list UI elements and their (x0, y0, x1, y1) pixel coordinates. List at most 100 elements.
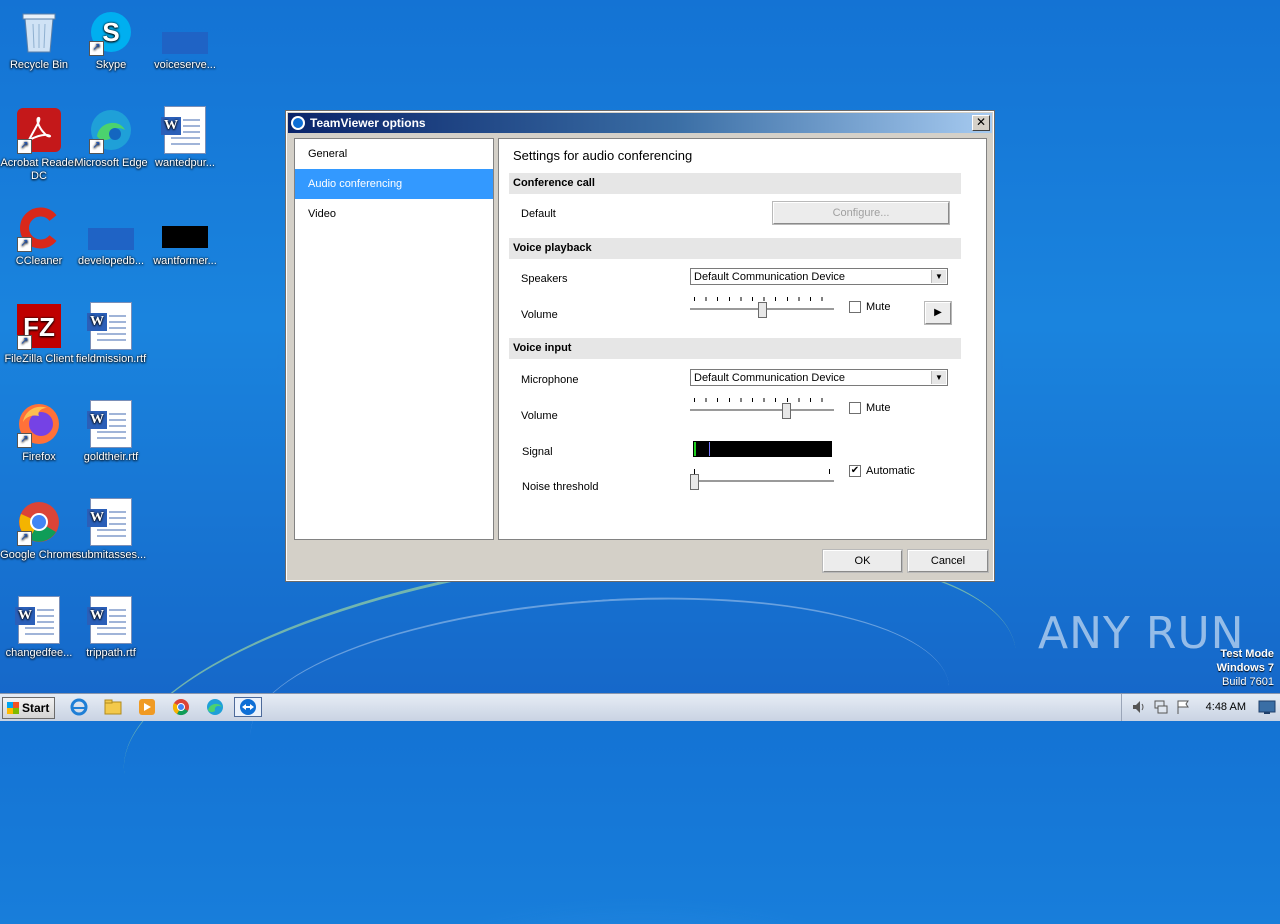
microphone-select[interactable]: Default Communication Device ▼ (690, 369, 948, 386)
desktop-icon-edge[interactable]: ↗ Microsoft Edge (72, 106, 150, 170)
file-blank-icon (87, 204, 135, 252)
chevron-down-icon[interactable]: ▼ (931, 270, 946, 283)
system-tray: 4:48 AM (1121, 694, 1280, 721)
desktop-icon-changedfee[interactable]: W changedfee... (0, 596, 78, 660)
desktop-icon-label: fieldmission.rtf (75, 353, 147, 365)
watermark-line-2: Windows 7 (1216, 662, 1274, 674)
shortcut-arrow-icon: ↗ (17, 531, 32, 546)
desktop-icon-label: FileZilla Client (4, 353, 74, 365)
shortcut-arrow-icon: ↗ (17, 335, 32, 350)
close-button[interactable]: ✕ (972, 115, 990, 131)
start-button[interactable]: Start (2, 697, 55, 719)
taskbar-explorer-icon[interactable] (102, 697, 124, 717)
slider-thumb[interactable] (758, 302, 767, 318)
title-bar[interactable]: TeamViewer options ✕ (288, 113, 992, 133)
speaker-icon[interactable] (1128, 697, 1150, 717)
slider-thumb[interactable] (782, 403, 791, 419)
taskbar-teamviewer-icon[interactable] (234, 697, 262, 717)
teamviewer-options-dialog: TeamViewer options ✕ General Audio confe… (285, 110, 995, 582)
desktop-icon-filezilla[interactable]: FZ ↗ FileZilla Client (0, 302, 78, 366)
chrome-icon: ↗ (15, 498, 63, 546)
desktop-icon-ccleaner[interactable]: ↗ CCleaner (0, 204, 78, 268)
playback-mute-label: Mute (866, 301, 891, 313)
desktop-icon-fieldmission[interactable]: W fieldmission.rtf (72, 302, 150, 366)
automatic-checkbox[interactable]: ✔ (849, 465, 861, 477)
section-voice-input: Voice input (509, 338, 961, 359)
play-icon: ▶ (934, 307, 942, 318)
chevron-down-icon[interactable]: ▼ (931, 371, 946, 384)
desktop-icon-chrome[interactable]: ↗ Google Chrome (0, 498, 78, 562)
signal-label: Signal (522, 446, 553, 458)
desktop-icon-trippath[interactable]: W trippath.rtf (72, 596, 150, 660)
speakers-value: Default Communication Device (694, 271, 846, 283)
slider-ticks (694, 297, 830, 301)
taskbar-media-player-icon[interactable] (136, 697, 158, 717)
show-desktop-button[interactable] (1256, 697, 1278, 717)
nav-item-audio-conferencing[interactable]: Audio conferencing (295, 169, 493, 199)
start-label: Start (22, 701, 50, 715)
input-mute-label: Mute (866, 402, 891, 414)
file-blank-icon (161, 8, 209, 56)
noise-threshold-label: Noise threshold (522, 481, 599, 493)
play-test-button[interactable]: ▶ (925, 302, 951, 324)
playback-mute-checkbox[interactable] (849, 301, 861, 313)
desktop-icon-label: changedfee... (5, 647, 73, 659)
desktop-icon-developedb[interactable]: developedb... (72, 204, 150, 268)
desktop-icon-label: Google Chrome (0, 549, 78, 561)
ok-button[interactable]: OK (823, 550, 902, 572)
recycle-bin-icon (15, 8, 63, 56)
settings-pane: Settings for audio conferencing Conferen… (498, 138, 987, 540)
desktop-icon-goldtheir[interactable]: W goldtheir.rtf (72, 400, 150, 464)
anyrun-logo: ANY RUN (1038, 608, 1245, 659)
desktop-icon-wantformer[interactable]: wantformer... (146, 204, 224, 268)
nav-item-video[interactable]: Video (295, 199, 493, 229)
speakers-select[interactable]: Default Communication Device ▼ (690, 268, 948, 285)
word-document-icon: W (15, 596, 63, 644)
section-voice-playback: Voice playback (509, 238, 961, 259)
window-title: TeamViewer options (310, 116, 426, 130)
desktop-icon-label: trippath.rtf (86, 647, 136, 659)
file-black-icon (161, 204, 209, 252)
desktop-icon-submitasses[interactable]: W submitasses... (72, 498, 150, 562)
watermark-line-3: Build 7601 (1222, 676, 1274, 688)
word-document-icon: W (87, 302, 135, 350)
playback-volume-label: Volume (521, 309, 558, 321)
desktop-icon-firefox[interactable]: ↗ Firefox (0, 400, 78, 464)
desktop-icon-label: wantedpur... (155, 157, 215, 169)
speakers-label: Speakers (521, 273, 568, 285)
taskbar-ie-icon[interactable] (68, 697, 90, 717)
desktop-icon-wantedpur[interactable]: W wantedpur... (146, 106, 224, 170)
desktop-icon-skype[interactable]: S ↗ Skype (72, 8, 150, 72)
desktop-icon-label: goldtheir.rtf (83, 451, 139, 463)
slider-track (690, 409, 834, 412)
desktop-icon-label: voiceserve... (154, 59, 216, 71)
edge-icon: ↗ (87, 106, 135, 154)
taskbar-chrome-icon[interactable] (170, 697, 192, 717)
filezilla-icon: FZ ↗ (15, 302, 63, 350)
slider-thumb[interactable] (690, 474, 699, 490)
desktop-icon-voiceserve[interactable]: voiceserve... (146, 8, 224, 72)
cancel-button[interactable]: Cancel (908, 550, 988, 572)
clock[interactable]: 4:48 AM (1206, 694, 1246, 721)
signal-meter (693, 441, 832, 457)
test-mode-watermark: Test Mode Windows 7 Build 7601 (1217, 647, 1274, 689)
noise-threshold-slider[interactable] (690, 469, 834, 491)
desktop-icon-label: Firefox (22, 451, 56, 463)
input-volume-slider[interactable] (690, 398, 834, 420)
configure-button[interactable]: Configure... (773, 202, 949, 224)
input-mute-checkbox[interactable] (849, 402, 861, 414)
desktop-icon-recycle-bin[interactable]: Recycle Bin (0, 8, 78, 72)
network-icon[interactable] (1150, 697, 1172, 717)
microphone-label: Microphone (521, 374, 579, 386)
playback-volume-slider[interactable] (690, 297, 834, 319)
taskbar-edge-icon[interactable] (204, 697, 226, 717)
default-label: Default (521, 208, 556, 220)
action-center-flag-icon[interactable] (1172, 697, 1194, 717)
desktop-icon-label: Skype (95, 59, 127, 71)
checkmark-icon: ✔ (850, 465, 860, 476)
desktop-icon-label: Acrobat Reader DC (0, 157, 78, 182)
firefox-icon: ↗ (15, 400, 63, 448)
desktop-icon-acrobat[interactable]: ↗ Acrobat Reader DC (0, 106, 78, 183)
category-list: General Audio conferencing Video (294, 138, 494, 540)
nav-item-general[interactable]: General (295, 139, 493, 169)
